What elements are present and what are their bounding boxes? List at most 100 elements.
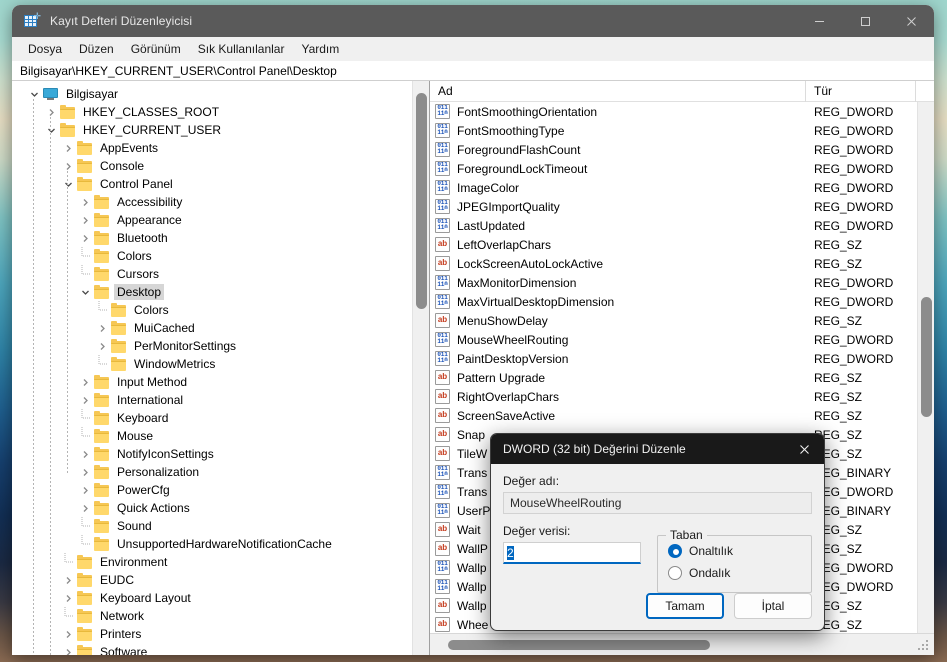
- value-row[interactable]: ab RightOverlapChars REG_SZ: [430, 387, 917, 406]
- base-option-decimal[interactable]: Ondalık: [668, 562, 803, 584]
- column-header-name[interactable]: Ad: [430, 81, 806, 102]
- chevron-right-icon[interactable]: [77, 229, 93, 247]
- tree-node[interactable]: Printers: [12, 625, 411, 643]
- tree-node[interactable]: Control Panel: [12, 175, 411, 193]
- tree-vertical-scrollbar[interactable]: [412, 81, 429, 655]
- tree-node[interactable]: HKEY_CLASSES_ROOT: [12, 103, 411, 121]
- tree-node[interactable]: Desktop: [12, 283, 411, 301]
- value-row[interactable]: ab Pattern Upgrade REG_SZ: [430, 368, 917, 387]
- list-hscrollbar-thumb[interactable]: [448, 640, 710, 650]
- tree-node[interactable]: AppEvents: [12, 139, 411, 157]
- value-row[interactable]: 011 110 LastUpdated REG_DWORD: [430, 216, 917, 235]
- value-row[interactable]: 011 110 FontSmoothingOrientation REG_DWORD: [430, 102, 917, 121]
- chevron-right-icon[interactable]: [60, 139, 76, 157]
- chevron-right-icon[interactable]: [77, 193, 93, 211]
- list-vertical-scrollbar[interactable]: [917, 102, 934, 633]
- chevron-right-icon[interactable]: [77, 481, 93, 499]
- tree-leaf-connector: [77, 265, 93, 283]
- value-row[interactable]: ab ScreenSaveActive REG_SZ: [430, 406, 917, 425]
- chevron-right-icon[interactable]: [60, 157, 76, 175]
- chevron-right-icon[interactable]: [60, 571, 76, 589]
- tree-node[interactable]: Software: [12, 643, 411, 655]
- chevron-down-icon[interactable]: [26, 85, 42, 103]
- chevron-right-icon[interactable]: [94, 337, 110, 355]
- value-type: REG_DWORD: [814, 161, 894, 176]
- value-row[interactable]: 011 110 ForegroundLockTimeout REG_DWORD: [430, 159, 917, 178]
- tree-node[interactable]: Colors: [12, 247, 411, 265]
- menu-item-düzen[interactable]: Düzen: [71, 39, 122, 59]
- tree-node[interactable]: Quick Actions: [12, 499, 411, 517]
- tree-node[interactable]: Appearance: [12, 211, 411, 229]
- tree-node[interactable]: HKEY_CURRENT_USER: [12, 121, 411, 139]
- tree-node[interactable]: NotifyIconSettings: [12, 445, 411, 463]
- value-data-input[interactable]: 2: [503, 542, 641, 564]
- address-bar[interactable]: Bilgisayar\HKEY_CURRENT_USER\Control Pan…: [12, 61, 934, 81]
- maximize-button[interactable]: [842, 5, 888, 37]
- menu-item-sık-kullanılanlar[interactable]: Sık Kullanılanlar: [190, 39, 293, 59]
- tree-node[interactable]: Colors: [12, 301, 411, 319]
- tree-node[interactable]: UnsupportedHardwareNotificationCache: [12, 535, 411, 553]
- chevron-right-icon[interactable]: [77, 211, 93, 229]
- chevron-right-icon[interactable]: [77, 463, 93, 481]
- value-row[interactable]: ab LeftOverlapChars REG_SZ: [430, 235, 917, 254]
- chevron-right-icon[interactable]: [77, 499, 93, 517]
- list-scrollbar-thumb[interactable]: [921, 297, 932, 417]
- tree-node[interactable]: Personalization: [12, 463, 411, 481]
- value-row[interactable]: 011 110 PaintDesktopVersion REG_DWORD: [430, 349, 917, 368]
- tree-node[interactable]: PowerCfg: [12, 481, 411, 499]
- chevron-right-icon[interactable]: [43, 103, 59, 121]
- tree-node[interactable]: Sound: [12, 517, 411, 535]
- tree-node[interactable]: MuiCached: [12, 319, 411, 337]
- chevron-right-icon[interactable]: [60, 643, 76, 655]
- minimize-button[interactable]: [796, 5, 842, 37]
- tree-node[interactable]: WindowMetrics: [12, 355, 411, 373]
- chevron-down-icon[interactable]: [77, 283, 93, 301]
- tree-node[interactable]: Mouse: [12, 427, 411, 445]
- list-horizontal-scrollbar[interactable]: [430, 633, 934, 655]
- value-row[interactable]: 011 110 JPEGImportQuality REG_DWORD: [430, 197, 917, 216]
- tree-node[interactable]: Accessibility: [12, 193, 411, 211]
- tree-node[interactable]: Environment: [12, 553, 411, 571]
- menu-item-dosya[interactable]: Dosya: [20, 39, 70, 59]
- tree-node[interactable]: Bilgisayar: [12, 85, 411, 103]
- tree-node[interactable]: Keyboard Layout: [12, 589, 411, 607]
- tree-node[interactable]: Network: [12, 607, 411, 625]
- tree-node[interactable]: Keyboard: [12, 409, 411, 427]
- close-button[interactable]: [888, 5, 934, 37]
- chevron-right-icon[interactable]: [94, 319, 110, 337]
- chevron-right-icon[interactable]: [60, 625, 76, 643]
- title-bar[interactable]: ✛ Kayıt Defteri Düzenleyicisi: [12, 5, 934, 37]
- value-row[interactable]: 011 110 FontSmoothingType REG_DWORD: [430, 121, 917, 140]
- value-name-input[interactable]: MouseWheelRouting: [503, 492, 812, 514]
- tree-scrollbar-thumb[interactable]: [416, 93, 427, 309]
- value-row[interactable]: 011 110 ImageColor REG_DWORD: [430, 178, 917, 197]
- tree-node[interactable]: Bluetooth: [12, 229, 411, 247]
- tree-node[interactable]: Input Method: [12, 373, 411, 391]
- menu-item-yardım[interactable]: Yardım: [293, 39, 347, 59]
- chevron-down-icon[interactable]: [43, 121, 59, 139]
- tree-node[interactable]: PerMonitorSettings: [12, 337, 411, 355]
- column-header-type[interactable]: Tür: [806, 81, 916, 102]
- value-row[interactable]: ab LockScreenAutoLockActive REG_SZ: [430, 254, 917, 273]
- resize-grip[interactable]: [918, 640, 930, 652]
- cancel-button[interactable]: İptal: [734, 593, 812, 619]
- chevron-right-icon[interactable]: [60, 589, 76, 607]
- value-row[interactable]: 011 110 MaxMonitorDimension REG_DWORD: [430, 273, 917, 292]
- dialog-close-button[interactable]: [784, 434, 824, 464]
- menu-item-görünüm[interactable]: Görünüm: [123, 39, 189, 59]
- ok-button[interactable]: Tamam: [646, 593, 724, 619]
- value-row[interactable]: 011 110 MaxVirtualDesktopDimension REG_DWOR…: [430, 292, 917, 311]
- chevron-right-icon[interactable]: [77, 391, 93, 409]
- registry-tree-pane: Bilgisayar HKEY_CLASSES_ROOT HKEY_CURRENT_…: [12, 81, 430, 655]
- base-option-hex[interactable]: Onaltılık: [668, 540, 803, 562]
- value-row[interactable]: 011 110 ForegroundFlashCount REG_DWORD: [430, 140, 917, 159]
- chevron-down-icon[interactable]: [60, 175, 76, 193]
- chevron-right-icon[interactable]: [77, 373, 93, 391]
- tree-node[interactable]: Cursors: [12, 265, 411, 283]
- chevron-right-icon[interactable]: [77, 445, 93, 463]
- tree-node[interactable]: EUDC: [12, 571, 411, 589]
- tree-node[interactable]: International: [12, 391, 411, 409]
- value-row[interactable]: 011 110 MouseWheelRouting REG_DWORD: [430, 330, 917, 349]
- value-row[interactable]: ab MenuShowDelay REG_SZ: [430, 311, 917, 330]
- tree-node[interactable]: Console: [12, 157, 411, 175]
